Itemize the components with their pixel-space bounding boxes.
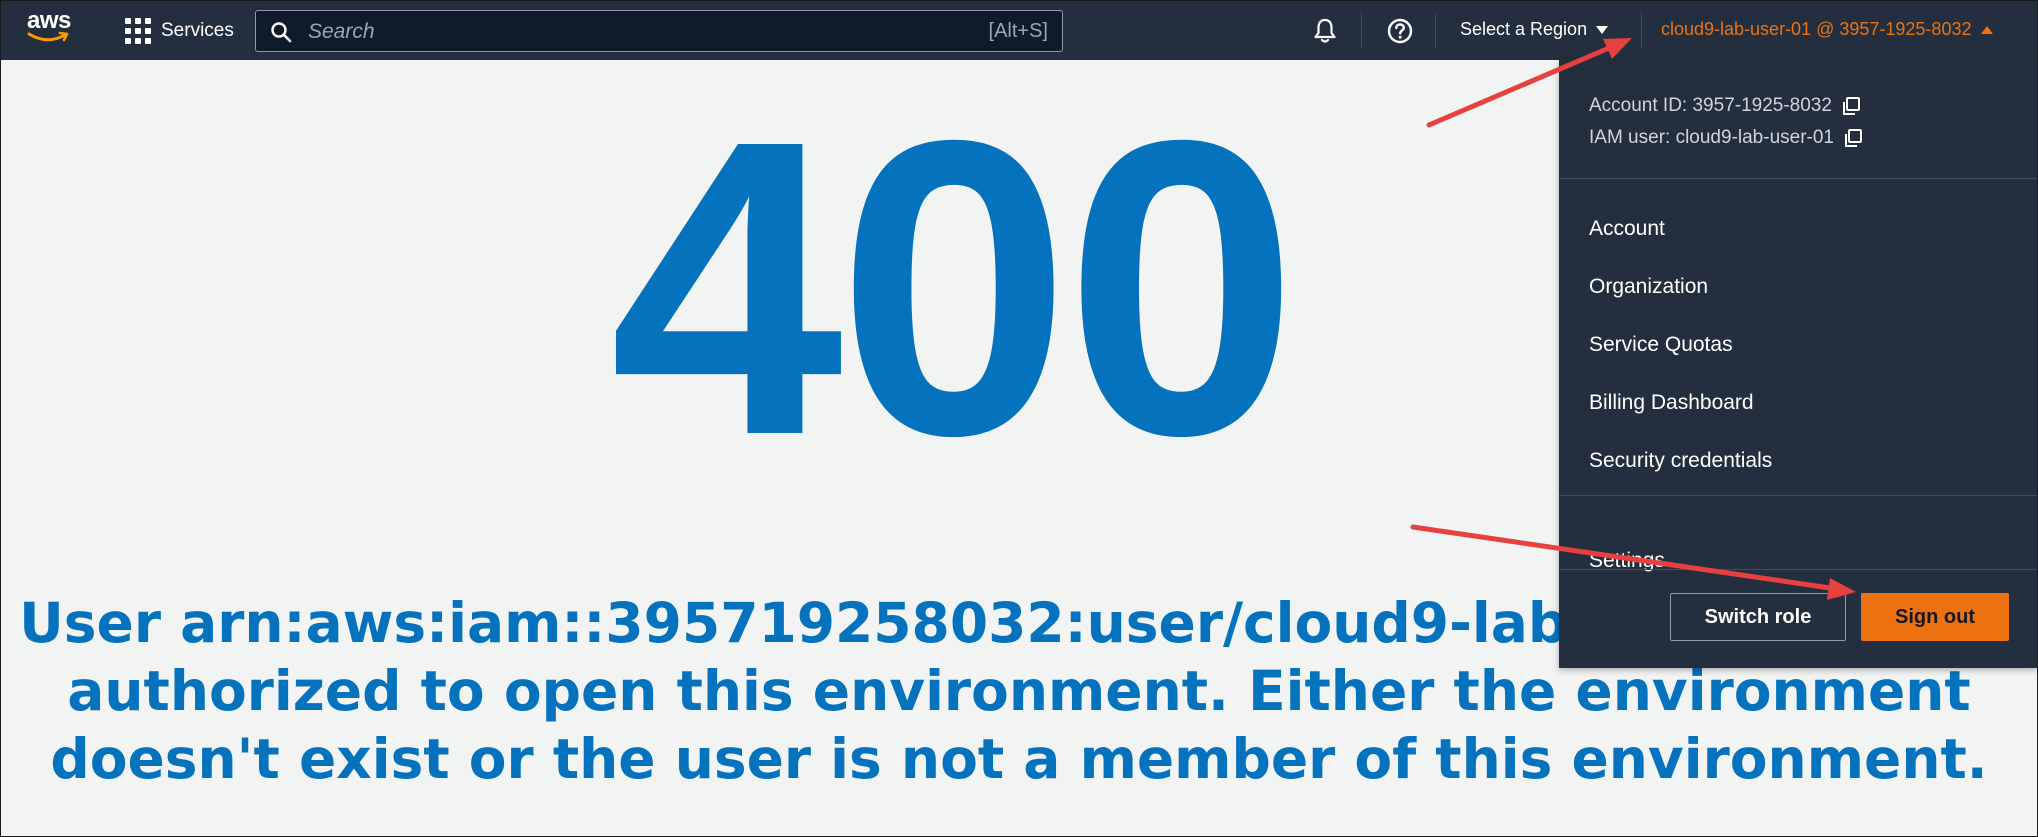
page-frame: aws Services [Alt+S] — [0, 0, 2038, 837]
services-label: Services — [161, 20, 234, 41]
account-menu-list: Account Organization Service Quotas Bill… — [1589, 200, 2009, 490]
bell-icon[interactable] — [1311, 16, 1339, 44]
aws-smile-icon — [27, 31, 69, 42]
aws-logo-text: aws — [27, 7, 71, 34]
nav-divider — [1435, 13, 1436, 49]
search-icon — [271, 22, 292, 43]
sign-out-button[interactable]: Sign out — [1861, 593, 2009, 641]
menu-divider — [1559, 178, 2037, 179]
menu-item-organization[interactable]: Organization — [1589, 258, 2009, 316]
search-input[interactable] — [306, 15, 930, 49]
top-navigation-bar: aws Services [Alt+S] — [1, 1, 2037, 60]
iam-user-row: IAM user: cloud9-lab-user-01 — [1589, 122, 2009, 154]
menu-divider — [1559, 495, 2037, 496]
switch-role-button[interactable]: Switch role — [1670, 593, 1846, 641]
menu-item-security-credentials[interactable]: Security credentials — [1589, 432, 2009, 490]
account-id-row: Account ID: 3957-1925-8032 — [1589, 90, 2009, 122]
caret-down-icon — [1596, 25, 1609, 34]
copy-icon[interactable] — [1841, 96, 1861, 116]
iam-user-text: IAM user: cloud9-lab-user-01 — [1589, 127, 1834, 148]
nav-divider — [1361, 13, 1362, 49]
aws-logo[interactable]: aws — [27, 9, 79, 49]
caret-up-icon — [1981, 25, 1994, 34]
nav-divider — [1641, 13, 1642, 49]
help-icon[interactable] — [1386, 17, 1414, 45]
menu-item-service-quotas[interactable]: Service Quotas — [1589, 316, 2009, 374]
services-menu-button[interactable]: Services — [125, 17, 234, 45]
error-code: 400 — [609, 54, 1299, 523]
account-dropdown-menu: Account ID: 3957-1925-8032 IAM user: clo… — [1559, 60, 2037, 668]
search-box[interactable]: [Alt+S] — [255, 10, 1063, 52]
region-selector[interactable]: Select a Region — [1460, 19, 1609, 40]
dropdown-footer: Switch role Sign out — [1559, 569, 2037, 668]
account-id-text: Account ID: 3957-1925-8032 — [1589, 95, 1832, 116]
search-shortcut-hint: [Alt+S] — [988, 20, 1048, 42]
grid-icon — [125, 18, 151, 44]
region-label: Select a Region — [1460, 19, 1588, 39]
menu-item-account[interactable]: Account — [1589, 200, 2009, 258]
account-info: Account ID: 3957-1925-8032 IAM user: clo… — [1589, 90, 2009, 154]
account-label: cloud9-lab-user-01 @ 3957-1925-8032 — [1661, 19, 1972, 39]
menu-item-billing-dashboard[interactable]: Billing Dashboard — [1589, 374, 2009, 432]
account-menu-toggle[interactable]: cloud9-lab-user-01 @ 3957-1925-8032 — [1661, 19, 1994, 40]
copy-icon[interactable] — [1843, 128, 1863, 148]
